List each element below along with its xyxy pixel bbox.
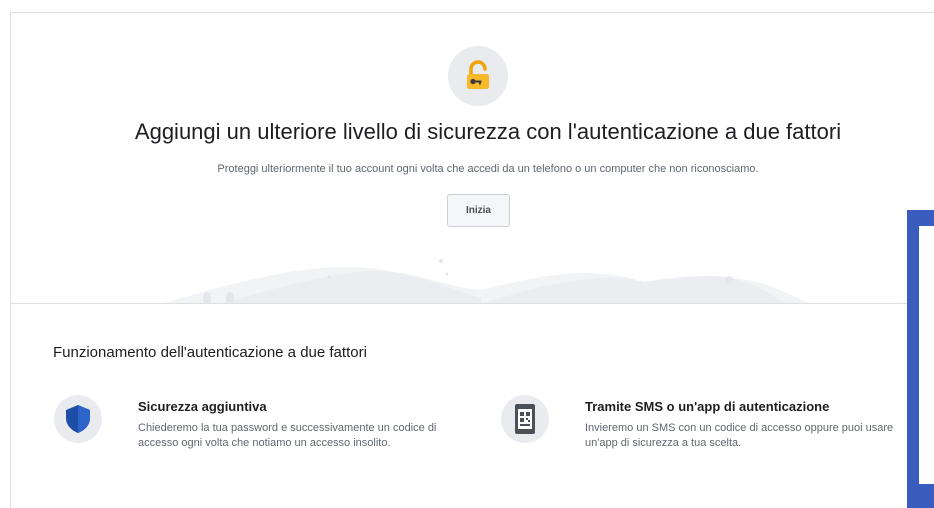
phone-qr-icon xyxy=(501,395,549,443)
landscape-illustration xyxy=(161,259,811,304)
feature-description: Chiederemo la tua password e successivam… xyxy=(138,422,437,449)
shield-icon xyxy=(54,395,102,443)
lock-icon xyxy=(448,46,508,106)
hero-section: Aggiungi un ulteriore livello di sicurez… xyxy=(11,13,934,304)
feature-description: Invieremo un SMS con un codice di access… xyxy=(585,422,894,449)
feature-title: Sicurezza aggiuntiva xyxy=(138,399,267,414)
side-panel-inner xyxy=(919,226,934,484)
feature-extra-security: Sicurezza aggiuntiva Chiederemo la tua p… xyxy=(54,395,474,495)
start-button[interactable]: Inizia xyxy=(447,194,510,227)
hero-title: Aggiungi un ulteriore livello di sicurez… xyxy=(134,119,842,144)
section-divider xyxy=(11,303,934,304)
how-it-works-title: Funzionamento dell'autenticazione a due … xyxy=(53,344,367,361)
two-factor-card: Aggiungi un ulteriore livello di sicurez… xyxy=(10,12,934,508)
hero-subtitle: Proteggi ulteriormente il tuo account og… xyxy=(217,163,759,175)
feature-sms-app: Tramite SMS o un'app di autenticazione I… xyxy=(501,395,921,495)
side-panel-edge xyxy=(907,210,934,508)
feature-title: Tramite SMS o un'app di autenticazione xyxy=(585,399,830,414)
